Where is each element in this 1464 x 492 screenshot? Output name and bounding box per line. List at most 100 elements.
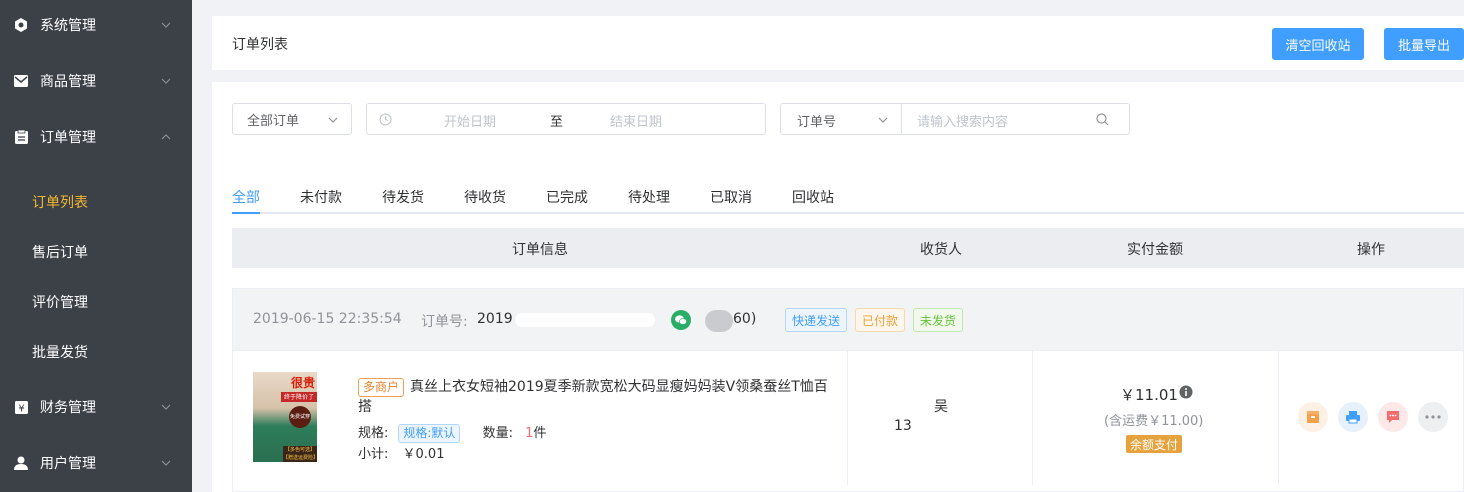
sidebar-item-finance[interactable]: ¥ 财务管理 <box>0 379 192 435</box>
sidebar-item-label: 订单管理 <box>40 130 96 146</box>
clear-recycle-button[interactable]: 清空回收站 <box>1272 28 1364 60</box>
tab-all[interactable]: 全部 <box>232 187 260 207</box>
tab-to-ship[interactable]: 待发货 <box>382 187 424 207</box>
order-status-tabs: 全部 未付款 待发货 待收货 已完成 待处理 已取消 回收站 <box>232 182 1464 214</box>
amount-shipping: (含运费￥11.00) <box>1104 414 1204 429</box>
info-icon[interactable] <box>1179 385 1193 399</box>
end-date-input[interactable]: 结束日期 <box>610 111 662 130</box>
tab-to-receive[interactable]: 待收货 <box>464 187 506 207</box>
sidebar-item-label: 系统管理 <box>40 18 96 34</box>
product-title[interactable]: 多商户 真丝上衣女短袖2019夏季新款宽松大码显瘦妈妈装V领桑蚕丝T恤百搭 <box>358 377 828 417</box>
sidebar-item-orders[interactable]: 订单管理 <box>0 109 192 165</box>
redacted-phone <box>914 422 990 434</box>
qty-label: 数量: <box>482 426 513 441</box>
more-button[interactable] <box>1418 402 1448 432</box>
tab-recycle-bin[interactable]: 回收站 <box>792 187 834 207</box>
clipboard-icon <box>14 130 28 144</box>
column-header-order-info: 订单信息 <box>512 242 568 258</box>
buyer-id: 60) <box>733 311 757 327</box>
order-type-value: 全部订单 <box>247 113 300 129</box>
chevron-down-icon <box>328 117 338 123</box>
product-thumbnail[interactable]: 很贵 终于降价了 免费试穿 【多色可选】【赠送运费险】 <box>253 372 317 462</box>
column-header-actions: 操作 <box>1357 242 1385 258</box>
tab-completed[interactable]: 已完成 <box>546 187 588 207</box>
sidebar-subitem-aftersale[interactable]: 售后订单 <box>0 227 192 277</box>
envelope-icon <box>14 74 28 88</box>
column-divider <box>1278 351 1279 485</box>
column-header-receiver: 收货人 <box>920 242 962 258</box>
date-separator: 至 <box>550 115 564 130</box>
receiver-phone: 13 <box>894 418 912 434</box>
chevron-down-icon <box>878 117 888 123</box>
sidebar-item-goods[interactable]: 商品管理 <box>0 53 192 109</box>
order-no-value: 2019 <box>477 311 513 327</box>
start-date-input[interactable]: 开始日期 <box>444 111 496 130</box>
receiver-name: 吴 <box>934 399 948 415</box>
search-icon[interactable] <box>1096 113 1109 126</box>
product-image-text: 免费试穿 <box>289 406 311 428</box>
subtotal-value: ￥0.01 <box>402 447 445 462</box>
column-divider <box>847 351 848 485</box>
sidebar-item-system[interactable]: 系统管理 <box>0 0 192 53</box>
column-header-amount: 实付金额 <box>1127 242 1183 258</box>
product-name: 真丝上衣女短袖2019夏季新款宽松大码显瘦妈妈装V领桑蚕丝T恤百搭 <box>358 379 828 415</box>
payment-status-badge: 已付款 <box>855 308 906 332</box>
ship-icon <box>1307 411 1319 423</box>
order-panel: 全部订单 开始日期 至 结束日期 订单号 请输入搜索内容 全部 未付款 待发货 … <box>212 82 1464 492</box>
print-button[interactable] <box>1338 402 1368 432</box>
tab-cancelled[interactable]: 已取消 <box>710 187 752 207</box>
product-image-text: 【多色可选】【赠送运费险】 <box>283 446 317 462</box>
sidebar: 系统管理 商品管理 订单管理 订单列表 售后订单 评价管理 批量发货 ¥ 财务管… <box>0 0 192 492</box>
sidebar-subitem-order-list[interactable]: 订单列表 <box>0 177 192 227</box>
print-icon <box>1346 411 1360 424</box>
clock-icon <box>379 113 392 126</box>
divider <box>901 104 902 134</box>
buyer-avatar <box>705 310 733 332</box>
chevron-down-icon <box>161 460 171 466</box>
redacted-order-no <box>515 313 655 327</box>
sidebar-item-users[interactable]: 用户管理 <box>0 435 192 491</box>
shipping-method-badge: 快递发送 <box>785 308 848 332</box>
search-input[interactable]: 请输入搜索内容 <box>917 111 1008 130</box>
product-image-text: 终于降价了 <box>281 392 317 402</box>
order-header: 2019-06-15 22:35:54 订单号: 2019 60) 快递发送 已… <box>233 289 1463 351</box>
sidebar-subitem-batch-ship[interactable]: 批量发货 <box>0 327 192 377</box>
order-datetime: 2019-06-15 22:35:54 <box>253 311 402 327</box>
shipping-status-badge: 未发货 <box>913 308 964 332</box>
ship-button[interactable] <box>1298 402 1328 432</box>
merchant-badge: 多商户 <box>358 378 405 397</box>
amount-total: ￥11.01 <box>1120 386 1178 404</box>
table-header: 订单信息 收货人 实付金额 操作 <box>232 228 1464 268</box>
user-icon <box>14 456 28 470</box>
spec-value: 规格:默认 <box>398 424 461 443</box>
chevron-down-icon <box>161 22 171 28</box>
page-title: 订单列表 <box>232 37 288 53</box>
tab-unpaid[interactable]: 未付款 <box>300 187 342 207</box>
order-type-select[interactable]: 全部订单 <box>232 103 352 135</box>
page-header: 订单列表 清空回收站 批量导出 <box>212 16 1464 70</box>
pay-method-badge: 余额支付 <box>1126 435 1183 453</box>
sidebar-item-label: 用户管理 <box>40 456 96 472</box>
date-range-picker[interactable]: 开始日期 至 结束日期 <box>366 103 766 135</box>
tab-pending[interactable]: 待处理 <box>628 187 670 207</box>
product-spec-row: 规格: 规格:默认 数量: 1件 <box>358 422 546 443</box>
sidebar-subitem-reviews[interactable]: 评价管理 <box>0 277 192 327</box>
gear-icon <box>14 18 28 32</box>
yen-icon: ¥ <box>14 400 28 414</box>
spec-label: 规格: <box>358 426 389 441</box>
more-icon <box>1425 415 1441 419</box>
search-field-select[interactable]: 订单号 <box>797 111 836 130</box>
chevron-down-icon <box>161 404 171 410</box>
chevron-down-icon <box>161 78 171 84</box>
message-icon <box>1387 411 1399 423</box>
sidebar-item-label: 财务管理 <box>40 400 96 416</box>
search-group: 订单号 请输入搜索内容 <box>780 103 1130 135</box>
product-subtotal-row: 小计: ￥0.01 <box>358 443 444 462</box>
svg-text:¥: ¥ <box>18 403 24 414</box>
message-button[interactable] <box>1378 402 1408 432</box>
sidebar-item-label: 商品管理 <box>40 74 96 90</box>
wechat-icon <box>671 310 691 330</box>
qty-unit: 件 <box>533 426 547 441</box>
column-divider <box>1032 351 1033 485</box>
batch-export-button[interactable]: 批量导出 <box>1384 28 1464 60</box>
